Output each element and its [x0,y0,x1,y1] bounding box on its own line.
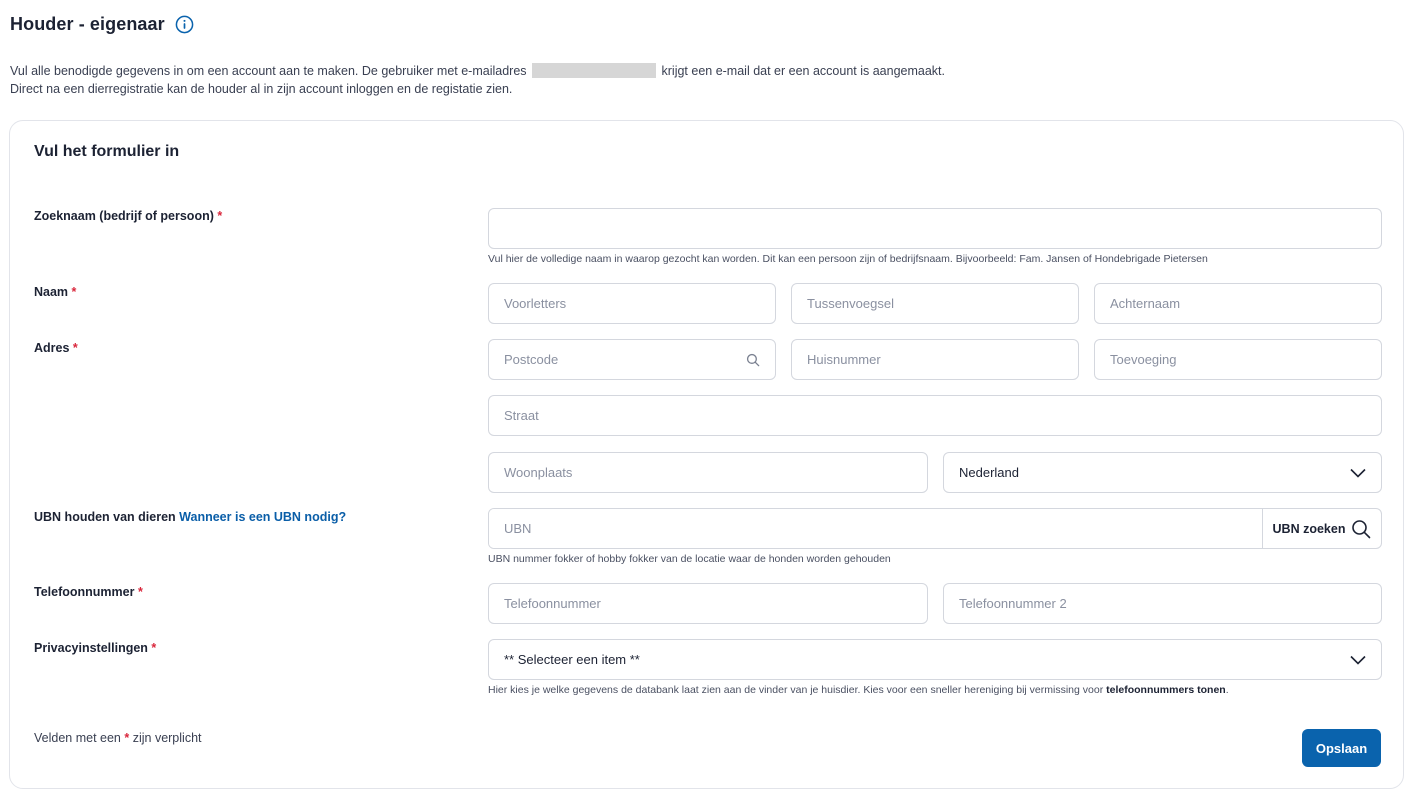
required-mark: * [72,341,78,355]
toevoeging-input[interactable] [1110,340,1366,379]
woonplaats-input[interactable] [504,453,912,492]
required-mark: * [137,585,143,599]
achternaam-field[interactable] [1094,283,1382,324]
intro-line-1-end: krijgt een e-mail dat er een account is … [661,64,946,78]
intro-text: Vul alle benodigde gegevens in om een ac… [10,62,945,98]
tussenvoegsel-field[interactable] [791,283,1079,324]
ubn-label: UBN houden van dieren Wanneer is een UBN… [34,510,346,524]
privacy-select[interactable]: ** Selecteer een item ** [488,639,1382,680]
land-select[interactable]: Nederland [943,452,1382,493]
privacy-label: Privacyinstellingen * [34,641,156,655]
telefoon-label: Telefoonnummer * [34,585,143,599]
naam-label: Naam * [34,285,76,299]
straat-field[interactable] [488,395,1382,436]
required-note-end: zijn verplicht [132,731,202,745]
zoeknaam-label-text: Zoeknaam (bedrijf of persoon) [34,209,214,223]
chevron-down-icon [1350,468,1366,478]
zoeknaam-input[interactable] [504,209,1366,248]
ubn-input[interactable] [489,509,1262,548]
info-icon[interactable] [175,15,194,34]
search-icon [1351,519,1371,539]
privacy-label-text: Privacyinstellingen [34,641,148,655]
privacy-help-end: . [1225,684,1229,696]
tussenvoegsel-input[interactable] [807,284,1063,323]
required-note-start: Velden met een [34,731,121,745]
page-title: Houder - eigenaar [10,14,165,34]
woonplaats-field[interactable] [488,452,928,493]
huisnummer-input[interactable] [807,340,1063,379]
required-mark: * [217,209,223,223]
required-mark: * [124,731,130,745]
achternaam-input[interactable] [1110,284,1366,323]
zoeknaam-help: Vul hier de volledige naam in waarop gez… [488,253,1208,265]
straat-input[interactable] [504,396,1366,435]
adres-label: Adres * [34,341,78,355]
required-mark: * [71,285,77,299]
chevron-down-icon [1350,655,1366,665]
toevoeging-field[interactable] [1094,339,1382,380]
ubn-search-button[interactable]: UBN zoeken [1262,509,1381,548]
form-card: Vul het formulier in Zoeknaam (bedrijf o… [9,120,1404,789]
voorletters-input[interactable] [504,284,760,323]
naam-label-text: Naam [34,285,69,299]
page-header: Houder - eigenaar [10,14,194,35]
privacy-help-emphasis: telefoonnummers tonen [1106,684,1226,696]
zoeknaam-field[interactable] [488,208,1382,249]
zoeknaam-label: Zoeknaam (bedrijf of persoon) * [34,209,222,223]
land-select-value: Nederland [959,465,1019,480]
ubn-help: UBN nummer fokker of hobby fokker van de… [488,553,891,565]
ubn-label-text: UBN houden van dieren [34,510,176,524]
form-title: Vul het formulier in [34,143,180,160]
required-mark: * [151,641,157,655]
intro-line-1: Vul alle benodigde gegevens in om een ac… [10,62,945,80]
telefoon-label-text: Telefoonnummer [34,585,135,599]
huisnummer-field[interactable] [791,339,1079,380]
privacy-select-value: ** Selecteer een item ** [504,652,640,667]
telefoon2-input[interactable] [959,584,1366,623]
redacted-email [532,63,657,78]
ubn-info-link[interactable]: Wanneer is een UBN nodig? [179,510,346,524]
adres-label-text: Adres [34,341,70,355]
privacy-help-text: Hier kies je welke gegevens de databank … [488,684,1104,696]
privacy-help: Hier kies je welke gegevens de databank … [488,684,1229,696]
intro-line-1-start: Vul alle benodigde gegevens in om een ac… [10,64,527,78]
save-button[interactable]: Opslaan [1302,729,1381,767]
postcode-field[interactable] [488,339,776,380]
ubn-field[interactable]: UBN zoeken [488,508,1382,549]
postcode-input[interactable] [504,340,740,379]
telefoon-input[interactable] [504,584,912,623]
ubn-search-button-label: UBN zoeken [1272,521,1346,536]
intro-line-2: Direct na een dierregistratie kan de hou… [10,82,513,96]
search-icon[interactable] [746,353,760,367]
telefoon-field[interactable] [488,583,928,624]
telefoon2-field[interactable] [943,583,1382,624]
voorletters-field[interactable] [488,283,776,324]
required-note: Velden met een * zijn verplicht [34,731,202,745]
